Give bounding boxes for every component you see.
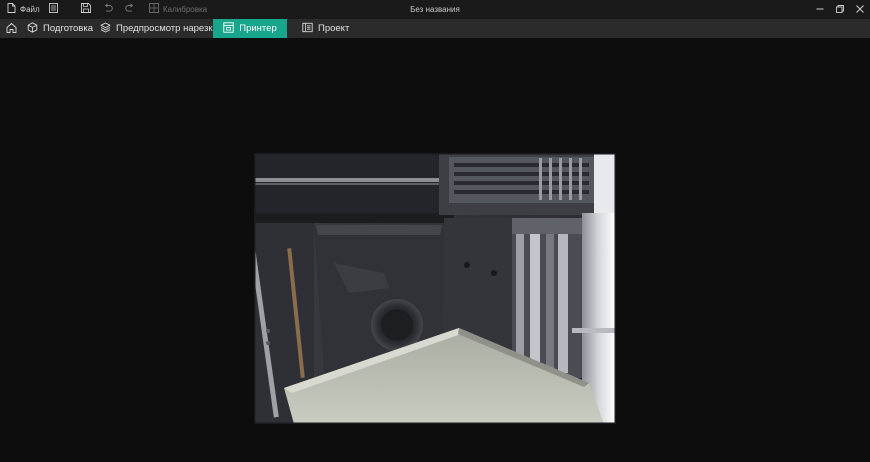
tab-printer[interactable]: Принтер <box>213 19 287 38</box>
save-icon <box>81 3 91 16</box>
cube-icon <box>27 21 38 36</box>
file-menu-label: Файл <box>20 5 40 14</box>
printer-icon <box>223 21 234 36</box>
close-icon <box>856 4 864 16</box>
calibration-label: Калибровка <box>163 5 208 14</box>
close-button[interactable] <box>850 0 870 19</box>
file-menu-button[interactable]: Файл <box>7 0 40 19</box>
tab-prepare-label: Подготовка <box>43 23 94 34</box>
tab-preview-label: Предпросмотр нарезки <box>116 23 218 34</box>
minimize-button[interactable] <box>810 0 830 19</box>
printer-view <box>0 38 870 462</box>
tab-printer-label: Принтер <box>239 23 277 34</box>
title-bar: Файл Калибровка Без названия <box>0 0 870 19</box>
restore-icon <box>836 4 844 16</box>
home-icon <box>6 22 17 36</box>
menu-icon <box>48 3 58 16</box>
printer-camera-view <box>254 153 616 424</box>
redo-button[interactable] <box>122 0 138 19</box>
undo-icon <box>103 3 113 16</box>
tab-home[interactable] <box>3 19 19 38</box>
minimize-icon <box>816 4 824 16</box>
calibration-icon <box>149 3 159 16</box>
calibration-button[interactable]: Калибровка <box>149 0 207 19</box>
layers-icon <box>100 22 111 36</box>
undo-button[interactable] <box>100 0 116 19</box>
project-icon <box>302 22 313 36</box>
menu-button[interactable] <box>45 0 61 19</box>
tab-project[interactable]: Проект <box>302 19 349 38</box>
save-button[interactable] <box>78 0 94 19</box>
tab-project-label: Проект <box>318 23 350 34</box>
redo-icon <box>125 3 135 16</box>
tab-bar: Подготовка Предпросмотр нарезки Принтер … <box>0 19 870 38</box>
restore-button[interactable] <box>830 0 850 19</box>
file-icon <box>7 3 16 16</box>
tab-preview[interactable]: Предпросмотр нарезки <box>100 19 218 38</box>
tab-prepare[interactable]: Подготовка <box>27 19 93 38</box>
